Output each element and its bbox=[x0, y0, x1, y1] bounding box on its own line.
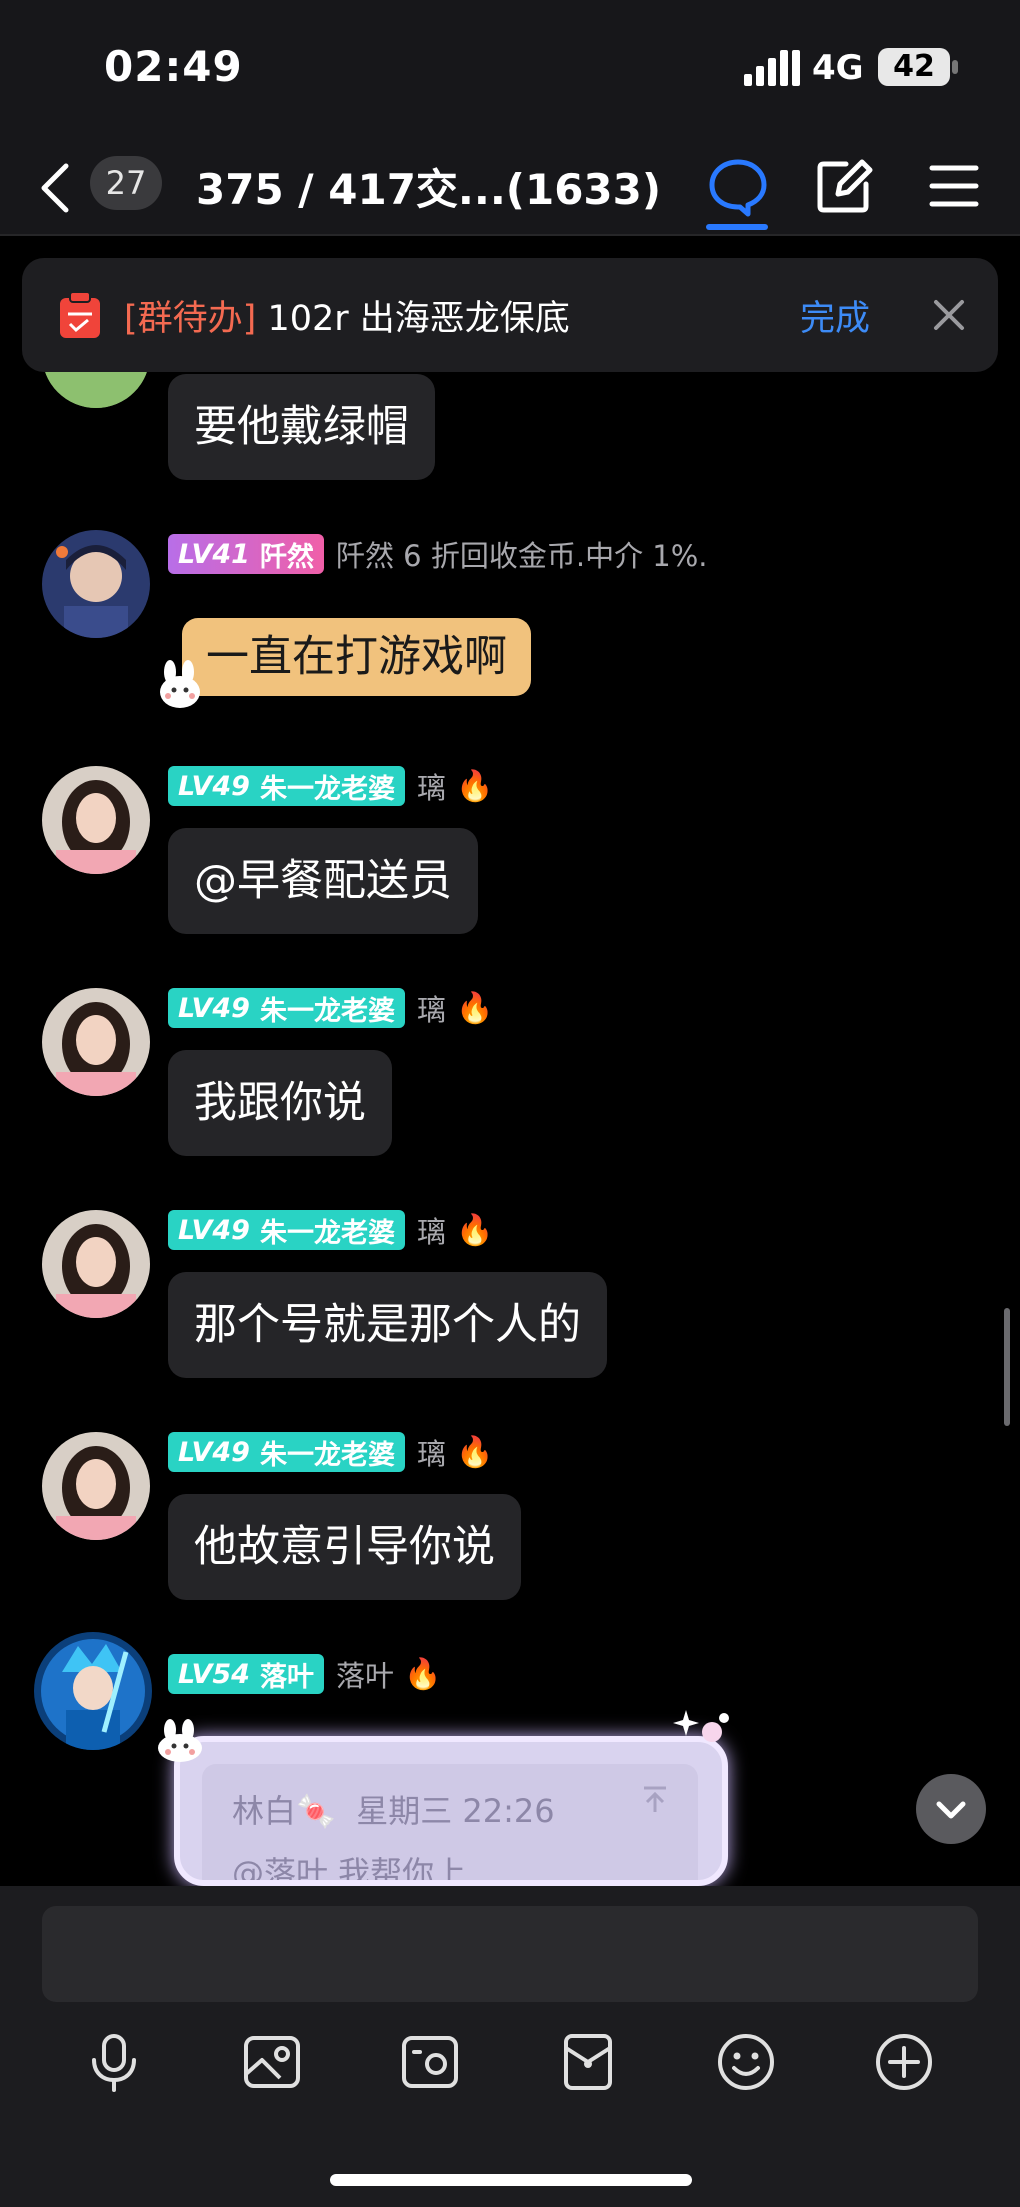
sparkle-decoration-icon bbox=[673, 1710, 729, 1742]
avatar[interactable] bbox=[42, 988, 150, 1096]
status-time: 02:49 bbox=[104, 42, 243, 91]
level-badge[interactable]: LV41 阡然 bbox=[168, 534, 324, 574]
level-title: 落叶 bbox=[259, 1661, 314, 1693]
level-number: LV49 bbox=[178, 1436, 250, 1468]
sender-row: LV49 朱一龙老婆 璃 🔥 bbox=[168, 1210, 493, 1250]
avatar-image bbox=[42, 1210, 150, 1318]
network-type: 4G bbox=[812, 48, 864, 88]
message-bubble[interactable]: @早餐配送员 bbox=[168, 828, 478, 934]
bunny-sticker-icon bbox=[160, 660, 200, 708]
sender-nickname[interactable]: 璃 bbox=[417, 1431, 446, 1473]
message-bubble[interactable]: 我跟你说 bbox=[168, 1050, 392, 1156]
level-title: 朱一龙老婆 bbox=[259, 1217, 395, 1249]
level-badge[interactable]: LV49 朱一龙老婆 bbox=[168, 1432, 405, 1472]
sender-row: LV54 落叶 落叶 🔥 bbox=[168, 1654, 441, 1694]
message-bubble[interactable]: 一直在打游戏啊 bbox=[182, 618, 531, 696]
level-number: LV49 bbox=[178, 992, 250, 1024]
todo-tag: [群待办] bbox=[124, 299, 257, 339]
level-title: 朱一龙老婆 bbox=[259, 1439, 395, 1471]
quote-author: 林白🍬 bbox=[232, 1792, 336, 1830]
level-badge[interactable]: LV49 朱一龙老婆 bbox=[168, 1210, 405, 1250]
avatar[interactable] bbox=[34, 1632, 152, 1750]
chat-bubble-icon[interactable] bbox=[706, 154, 770, 218]
home-indicator[interactable] bbox=[330, 2174, 692, 2186]
sender-nickname[interactable]: 璃 bbox=[417, 987, 446, 1029]
todo-done-button[interactable]: 完成 bbox=[800, 290, 870, 341]
sender-row: LV49 朱一龙老婆 璃 🔥 bbox=[168, 766, 493, 806]
jump-to-icon[interactable] bbox=[638, 1782, 672, 1816]
level-badge[interactable]: LV54 落叶 bbox=[168, 1654, 324, 1694]
unread-badge[interactable]: 27 bbox=[90, 156, 162, 210]
avatar[interactable] bbox=[42, 1210, 150, 1318]
red-packet-icon[interactable] bbox=[556, 2030, 620, 2094]
microphone-icon[interactable] bbox=[82, 2030, 146, 2094]
level-number: LV54 bbox=[178, 1658, 250, 1690]
chat-header: 27 375 / 417交...(1633) bbox=[0, 140, 1020, 236]
quoted-message-card[interactable]: 林白🍬 星期三 22:26 @落叶 我帮你上 bbox=[174, 1736, 728, 1886]
menu-icon[interactable] bbox=[922, 154, 986, 218]
scroll-to-bottom-button[interactable] bbox=[916, 1774, 986, 1844]
battery-tip bbox=[952, 60, 958, 74]
quote-meta: 林白🍬 星期三 22:26 bbox=[232, 1786, 555, 1832]
message-bubble[interactable]: 他故意引导你说 bbox=[168, 1494, 521, 1600]
signal-icon bbox=[744, 50, 800, 86]
todo-content: 102r 出海恶龙保底 bbox=[256, 299, 570, 339]
avatar[interactable] bbox=[42, 1432, 150, 1540]
quote-inner: 林白🍬 星期三 22:26 @落叶 我帮你上 bbox=[202, 1764, 698, 1886]
plus-icon[interactable] bbox=[872, 2030, 936, 2094]
sender-nickname[interactable]: 璃 bbox=[417, 765, 446, 807]
edit-icon[interactable] bbox=[812, 154, 876, 218]
back-icon[interactable] bbox=[36, 156, 76, 220]
quote-time: 星期三 22:26 bbox=[356, 1792, 555, 1830]
sender-nickname[interactable]: 阡然 6 折回收金币.中介 1%. bbox=[336, 533, 708, 575]
fire-icon: 🔥 bbox=[455, 1434, 494, 1470]
level-badge[interactable]: LV49 朱一龙老婆 bbox=[168, 766, 405, 806]
quote-text: @落叶 我帮你上 bbox=[232, 1854, 467, 1886]
avatar-image bbox=[42, 1432, 150, 1540]
level-number: LV49 bbox=[178, 770, 250, 802]
avatar-image bbox=[42, 988, 150, 1096]
sender-row: LV41 阡然 阡然 6 折回收金币.中介 1%. bbox=[168, 534, 708, 574]
sender-row: LV49 朱一龙老婆 璃 🔥 bbox=[168, 1432, 493, 1472]
level-number: LV41 bbox=[178, 538, 250, 570]
message-input[interactable] bbox=[42, 1906, 978, 2002]
chat-title[interactable]: 375 / 417交...(1633) bbox=[196, 156, 661, 217]
fire-icon: 🔥 bbox=[455, 1212, 494, 1248]
avatar[interactable] bbox=[42, 766, 150, 874]
status-bar: 02:49 4G 42 bbox=[0, 0, 1020, 140]
active-tab-indicator bbox=[706, 224, 768, 230]
camera-icon[interactable] bbox=[398, 2030, 462, 2094]
emoji-icon[interactable] bbox=[714, 2030, 778, 2094]
avatar-image bbox=[42, 530, 150, 638]
sender-nickname[interactable]: 璃 bbox=[417, 1209, 446, 1251]
battery-level: 42 bbox=[878, 48, 950, 86]
group-todo-banner[interactable]: [群待办] 102r 出海恶龙保底 完成 bbox=[22, 258, 998, 372]
sender-nickname[interactable]: 落叶 bbox=[336, 1653, 394, 1695]
todo-text: [群待办] 102r 出海恶龙保底 bbox=[124, 290, 570, 341]
level-badge[interactable]: LV49 朱一龙老婆 bbox=[168, 988, 405, 1028]
message-bubble[interactable]: 要他戴绿帽 bbox=[168, 374, 435, 480]
image-icon[interactable] bbox=[240, 2030, 304, 2094]
message-bubble[interactable]: 那个号就是那个人的 bbox=[168, 1272, 607, 1378]
close-icon[interactable] bbox=[930, 296, 968, 334]
bunny-sticker-icon bbox=[158, 1719, 202, 1762]
fire-icon: 🔥 bbox=[455, 768, 494, 804]
scrollbar[interactable] bbox=[1004, 1308, 1010, 1426]
sender-row: LV49 朱一龙老婆 璃 🔥 bbox=[168, 988, 493, 1028]
level-title: 阡然 bbox=[259, 541, 314, 573]
chevron-down-icon bbox=[936, 1801, 966, 1819]
level-number: LV49 bbox=[178, 1214, 250, 1246]
avatar[interactable] bbox=[42, 530, 150, 638]
fire-icon: 🔥 bbox=[403, 1656, 442, 1692]
avatar-image bbox=[42, 766, 150, 874]
input-area bbox=[0, 1886, 1020, 2207]
level-title: 朱一龙老婆 bbox=[259, 773, 395, 805]
clipboard-icon bbox=[60, 292, 100, 338]
level-title: 朱一龙老婆 bbox=[259, 995, 395, 1027]
fire-icon: 🔥 bbox=[455, 990, 494, 1026]
avatar-image bbox=[34, 1632, 152, 1750]
